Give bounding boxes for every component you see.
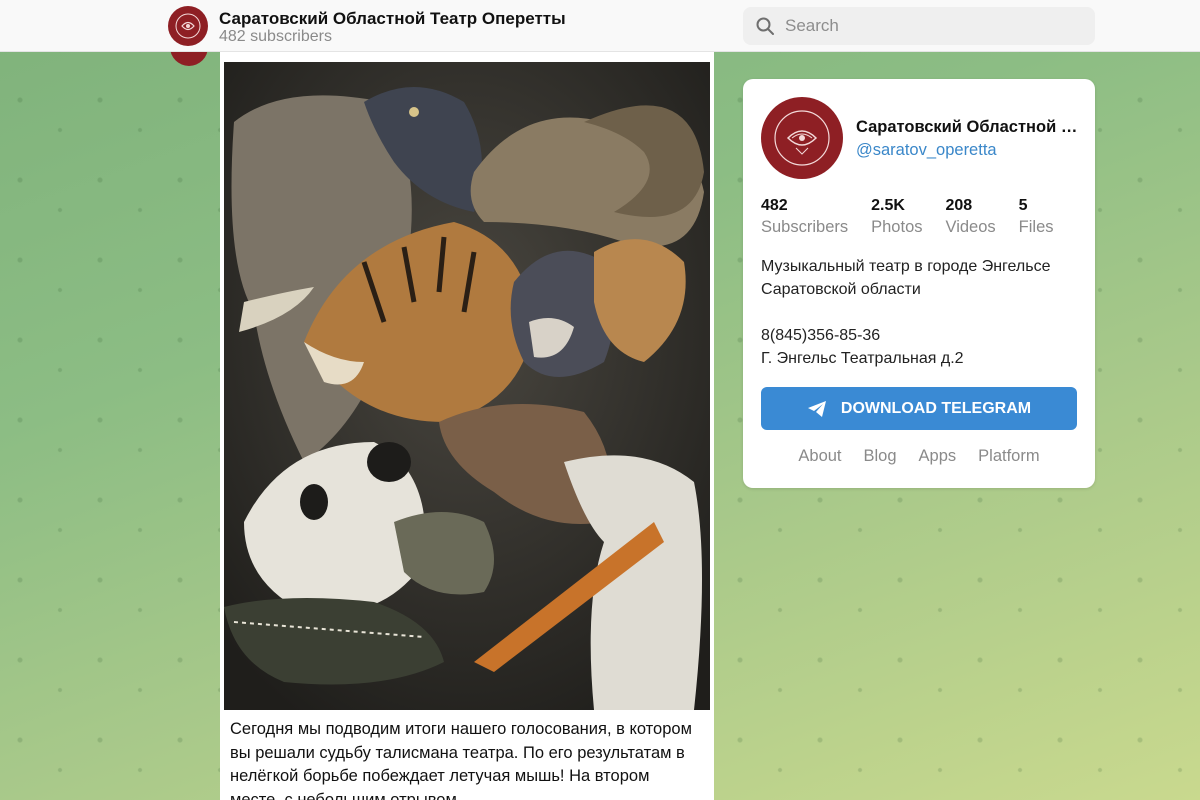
channel-handle-link[interactable]: @saratov_operetta xyxy=(856,141,997,160)
stat-value: 2.5K xyxy=(871,197,905,214)
stat-value: 5 xyxy=(1018,197,1028,214)
link-blog[interactable]: Blog xyxy=(864,447,897,466)
channel-header: Саратовский Областной Театр Оперетты 482… xyxy=(0,0,1200,52)
stat-label: Photos xyxy=(871,218,923,236)
search-icon xyxy=(756,17,774,35)
stat-videos[interactable]: 208 Videos xyxy=(946,196,996,238)
animals-illustration xyxy=(224,62,710,710)
channel-name: Саратовский Областной Театр Оперетты xyxy=(856,118,1086,136)
stat-label: Videos xyxy=(945,218,996,236)
link-about[interactable]: About xyxy=(798,447,841,466)
channel-stats: 482 Subscribers 2.5K Photos 208 Videos 5… xyxy=(761,196,1077,238)
theatre-logo-icon xyxy=(175,13,201,39)
channel-phone: 8(845)356-85-36 xyxy=(761,327,881,344)
stat-photos[interactable]: 2.5K Photos xyxy=(871,196,922,238)
theatre-logo-icon xyxy=(774,110,830,166)
channel-description: Музыкальный театр в городе Энгельсе Сара… xyxy=(761,258,1051,298)
channel-avatar[interactable] xyxy=(168,6,208,46)
download-telegram-label: DOWNLOAD TELEGRAM xyxy=(840,399,1032,417)
channel-post: Сегодня мы подводим итоги нашего голосов… xyxy=(220,52,714,800)
channel-avatar-large xyxy=(761,97,843,179)
link-apps[interactable]: Apps xyxy=(919,447,957,466)
subscriber-count: 482 subscribers xyxy=(219,28,332,45)
link-platform[interactable]: Platform xyxy=(978,447,1039,466)
channel-title[interactable]: Саратовский Областной Театр Оперетты xyxy=(219,9,566,29)
search-box[interactable] xyxy=(743,7,1095,45)
post-photo[interactable] xyxy=(224,62,710,710)
channel-info-card: Саратовский Областной Театр Оперетты @sa… xyxy=(743,79,1095,488)
stat-value: 482 xyxy=(761,197,788,214)
stat-label: Files xyxy=(1018,218,1054,236)
download-telegram-button[interactable]: DOWNLOAD TELEGRAM xyxy=(761,387,1077,430)
post-text: Сегодня мы подводим итоги нашего голосов… xyxy=(230,720,692,800)
search-input[interactable] xyxy=(785,16,1075,36)
stat-files[interactable]: 5 Files xyxy=(1019,196,1054,238)
channel-address: Г. Энгельс Театральная д.2 xyxy=(761,350,964,367)
footer-links: About Blog Apps Platform xyxy=(743,447,1095,466)
telegram-plane-icon xyxy=(807,400,826,417)
stat-label: Subscribers xyxy=(761,218,849,236)
stat-subscribers: 482 Subscribers xyxy=(761,196,848,238)
stat-value: 208 xyxy=(945,197,973,214)
